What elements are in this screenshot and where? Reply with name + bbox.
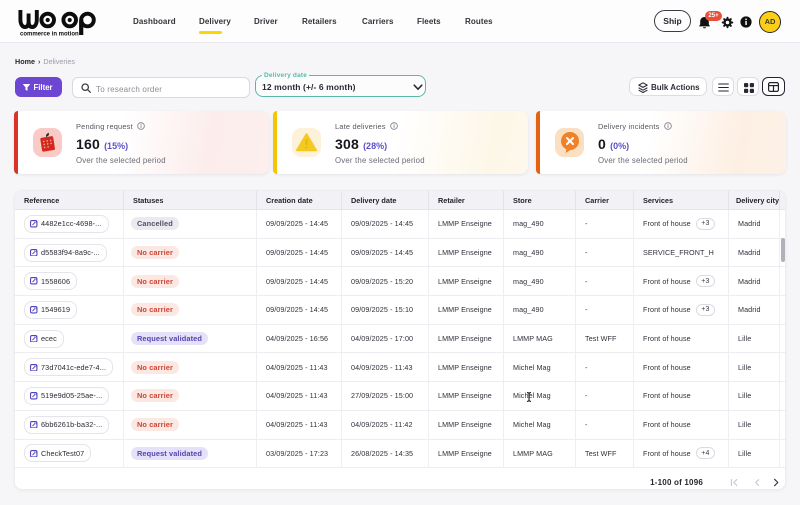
svg-text:commerce in motion: commerce in motion bbox=[20, 31, 79, 37]
